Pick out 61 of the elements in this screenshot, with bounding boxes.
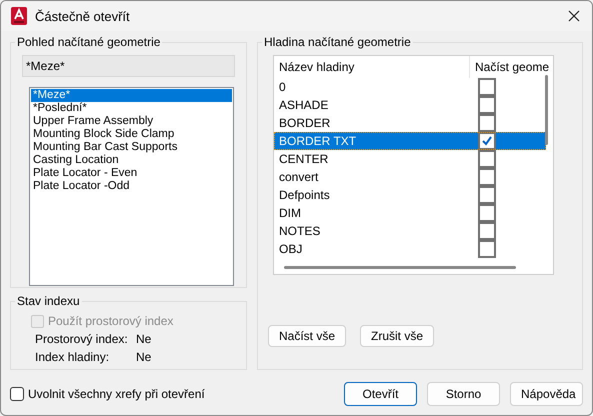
checkbox-label: Použít prostorový index <box>48 314 174 328</box>
group-title: Hladina načítané geometrie <box>263 35 412 49</box>
checkbox[interactable] <box>478 222 496 240</box>
view-list-item[interactable]: Mounting Bar Cast Supports <box>31 141 232 154</box>
dialog-button[interactable]: Zrušit vše <box>360 325 434 347</box>
close-icon[interactable] <box>568 10 580 22</box>
table-cell-text: DIM <box>278 206 302 220</box>
checkbox[interactable] <box>478 78 496 96</box>
field-value: Ne <box>136 332 152 346</box>
checkbox-label: Uvolnit všechny xrefy při otevření <box>28 387 205 401</box>
table-row[interactable]: convert <box>274 168 553 186</box>
field-label: Prostorový index: <box>35 332 129 346</box>
field-value: Ne <box>136 350 152 364</box>
scrollbar[interactable] <box>284 266 516 269</box>
table-cell-text: convert <box>278 170 320 184</box>
table-cell-text: BORDER TXT <box>278 134 358 148</box>
table-row[interactable]: Defpoints <box>274 186 553 204</box>
view-list-item[interactable]: Plate Locator - Even <box>31 167 232 180</box>
view-list-item[interactable]: Plate Locator -Odd <box>31 180 232 193</box>
view-list-item[interactable]: *Poslední* <box>31 102 232 115</box>
checkbox[interactable] <box>478 132 496 150</box>
group-title: Stav indexu <box>16 294 81 308</box>
dialog-button[interactable]: Nápověda <box>510 382 583 406</box>
group-title: Pohled načítané geometrie <box>16 35 162 49</box>
field-label: Index hladiny: <box>35 350 110 364</box>
scrollbar[interactable] <box>545 75 548 145</box>
table-cell-text: NOTES <box>278 224 322 238</box>
table-cell-text: Defpoints <box>278 188 331 202</box>
table-row[interactable]: OBJ <box>274 240 553 258</box>
table-cell-text: CENTER <box>278 152 330 166</box>
table-row[interactable]: NOTES <box>274 222 553 240</box>
table-row[interactable]: 0 <box>274 78 553 96</box>
table-cell-text: 0 <box>278 80 287 94</box>
checkbox[interactable] <box>478 150 496 168</box>
checkbox[interactable] <box>478 96 496 114</box>
table-row[interactable]: ASHADE <box>274 96 553 114</box>
table-cell-text: OBJ <box>278 242 304 256</box>
checkbox[interactable] <box>478 204 496 222</box>
checkbox[interactable] <box>478 168 496 186</box>
checkbox[interactable] <box>478 114 496 132</box>
checkbox[interactable] <box>478 240 496 258</box>
window-title: Částečně otevřít <box>35 8 131 24</box>
checkbox[interactable] <box>478 186 496 204</box>
current-view-field: *Meze* <box>22 55 235 77</box>
dialog-button[interactable]: Načíst vše <box>268 325 346 347</box>
view-list-item[interactable]: Mounting Block Side Clamp <box>31 128 232 141</box>
table-cell-text: ASHADE <box>278 98 330 112</box>
table-row[interactable]: DIM <box>274 204 553 222</box>
check-icon <box>481 135 493 147</box>
checkbox[interactable] <box>10 387 24 401</box>
view-list-item[interactable]: *Meze* <box>31 89 232 102</box>
table-row[interactable]: CENTER <box>274 150 553 168</box>
view-list-item[interactable]: Casting Location <box>31 154 232 167</box>
dialog-button[interactable]: Otevřít <box>344 382 417 406</box>
view-list-item[interactable]: Upper Frame Assembly <box>31 115 232 128</box>
column-header[interactable]: Název hladiny <box>274 60 469 74</box>
table-row[interactable]: BORDER TXT <box>274 132 546 150</box>
table-row[interactable]: BORDER <box>274 114 553 132</box>
app-logo-icon <box>11 7 27 25</box>
dialog-button[interactable]: Storno <box>427 382 500 406</box>
table-cell-text: BORDER <box>278 116 332 130</box>
